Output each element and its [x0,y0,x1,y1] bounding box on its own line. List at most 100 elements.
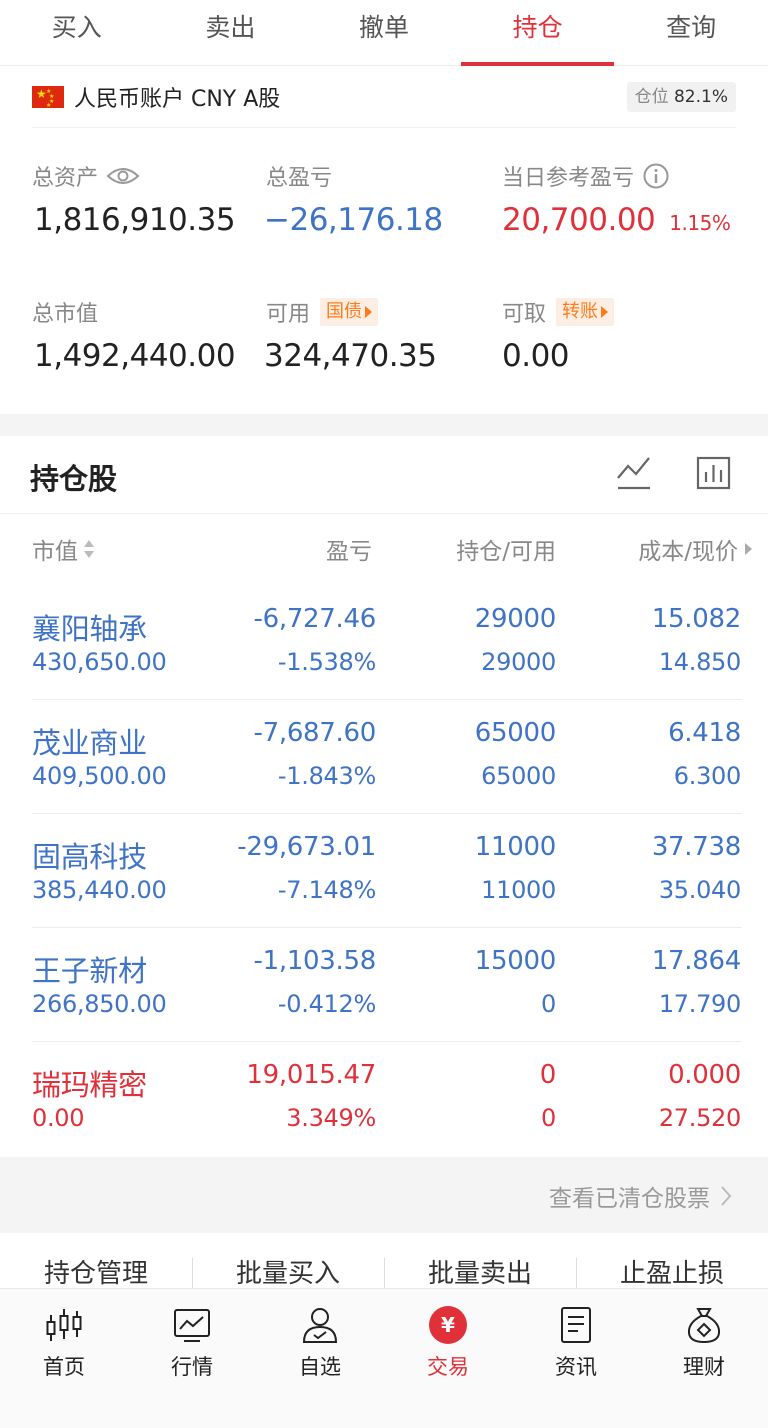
daily-pnl-label: 当日参考盈亏 [502,166,635,191]
market-value: 0.00 [32,1104,85,1132]
pnl-percent: -1.538% [277,648,376,676]
treasury-bond-tag[interactable]: 国债 [320,298,379,326]
nav-market-label: 行情 [171,1355,213,1379]
column-header-pnl: 盈亏 [326,539,372,565]
nav-watchlist-label: 自选 [299,1355,341,1379]
triangle-right-icon [745,543,752,555]
cleared-section: 查看已清仓股票 [0,1157,768,1233]
market-value-value: 1,492,440.00 [34,338,236,374]
current-price: 14.850 [658,648,741,676]
tab-sell[interactable]: 卖出 [154,0,308,65]
cost-price: 37.738 [651,832,741,862]
available-qty: 0 [541,1104,556,1132]
holdings-title: 持仓股 [30,462,118,496]
total-assets-value: 1,816,910.35 [34,202,236,238]
bottom-nav: 首页 行情 自选 ¥ 交易 资讯 理财 [0,1288,768,1428]
cost-price: 6.418 [668,718,741,748]
table-row[interactable]: 茂业商业 409,500.00 -7,687.60 -1.843% 65000 65000… [0,700,768,814]
available-qty: 65000 [481,762,556,790]
tab-buy[interactable]: 买入 [0,0,154,65]
transfer-tag-label: 转账 [562,301,599,322]
position-qty: 29000 [474,604,557,634]
position-qty: 15000 [474,946,557,976]
table-row[interactable]: 固高科技 385,440.00 -29,673.01 -7.148% 11000 1100… [0,814,768,928]
daily-pnl-label-row: 当日参考盈亏 [502,160,670,192]
cost-price: 15.082 [651,604,741,634]
sort-icon [84,540,94,558]
table-row[interactable]: 襄阳轴承 430,650.00 -6,727.46 -1.538% 29000 29000… [0,586,768,700]
table-row[interactable]: 王子新材 266,850.00 -1,103.58 -0.412% 15000 0 17.8… [0,928,768,1042]
pnl-percent: -0.412% [277,990,376,1018]
stock-name: 襄阳轴承 [32,612,147,646]
nav-wealth-label: 理财 [683,1355,725,1379]
daily-pnl-percent: 1.15% [669,211,731,235]
position-ratio-badge: 仓位 82.1% [626,81,736,112]
position-label: 仓位 [634,86,669,107]
account-row: ★ ★ ★ ★ ★ 人民币账户 CNY A股 仓位 82.1% [32,66,736,128]
eye-icon[interactable] [106,164,140,188]
stock-name: 茂业商业 [32,726,147,760]
total-assets-label: 总资产 [32,166,99,191]
available-qty: 29000 [481,648,556,676]
column-header-price: 成本/现价 [638,539,738,565]
section-divider [0,414,768,436]
treasury-bond-tag-label: 国债 [326,301,363,322]
info-icon[interactable] [642,162,670,190]
available-qty: 11000 [481,876,556,904]
cost-price: 0.000 [668,1060,741,1090]
market-value: 385,440.00 [32,876,167,904]
account-name: 人民币账户 CNY A股 [74,86,281,112]
tab-holdings[interactable]: 持仓 [460,0,615,66]
stock-name: 固高科技 [32,840,147,874]
column-header-price-row[interactable]: 成本/现价 [638,532,754,566]
pnl-amount: 19,015.47 [246,1060,376,1090]
nav-watchlist[interactable]: 自选 [256,1289,384,1428]
current-price: 6.300 [673,762,742,790]
user-check-icon [302,1308,338,1343]
nav-news-label: 资讯 [555,1355,597,1379]
nav-home[interactable]: 首页 [0,1289,128,1428]
candlestick-icon [46,1309,82,1341]
market-value: 266,850.00 [32,990,167,1018]
nav-home-label: 首页 [43,1355,85,1379]
pnl-percent: -1.843% [277,762,376,790]
nav-wealth[interactable]: 理财 [640,1289,768,1428]
position-value: 82.1% [673,86,728,107]
nav-news[interactable]: 资讯 [512,1289,640,1428]
pnl-percent: 3.349% [286,1104,376,1132]
money-bag-icon [687,1308,721,1344]
nav-trade[interactable]: ¥ 交易 [384,1289,512,1428]
pnl-amount: -7,687.60 [253,718,377,748]
available-value: 324,470.35 [264,338,437,374]
withdrawable-label-row: 可取 转账 [502,296,615,328]
tab-query[interactable]: 查询 [614,0,768,65]
line-chart-icon[interactable] [616,452,652,492]
bar-chart-icon[interactable] [696,452,732,492]
current-price: 27.520 [658,1104,741,1132]
chart-monitor-icon [174,1309,210,1342]
market-value: 409,500.00 [32,762,167,790]
column-header-market-value: 市值 [32,539,78,565]
china-flag-icon: ★ ★ ★ ★ ★ [32,85,64,109]
triangle-right-icon [365,306,373,318]
holdings-toolbar [616,452,732,492]
current-price: 17.790 [658,990,741,1018]
daily-pnl-row: 20,700.00 1.15% [502,202,731,238]
available-label-row: 可用 国债 [266,296,379,328]
table-row[interactable]: 瑞玛精密 0.00 19,015.47 3.349% 0 0 0.000 27.520 [0,1042,768,1156]
nav-market[interactable]: 行情 [128,1289,256,1428]
view-cleared-stocks-link[interactable]: 查看已清仓股票 [549,1179,732,1213]
tab-cancel[interactable]: 撤单 [307,0,461,65]
current-price: 35.040 [658,876,741,904]
available-label: 可用 [266,302,311,327]
column-header-position: 持仓/可用 [456,539,556,565]
total-assets-label-row: 总资产 [32,160,140,192]
pnl-percent: -7.148% [277,876,376,904]
sort-market-value[interactable]: 市值 [32,532,96,566]
pnl-amount: -1,103.58 [253,946,377,976]
stock-name: 王子新材 [32,954,147,988]
triangle-right-icon [601,306,609,318]
market-value-label: 总市值 [32,302,99,327]
transfer-tag[interactable]: 转账 [556,298,615,326]
document-icon [561,1307,591,1343]
